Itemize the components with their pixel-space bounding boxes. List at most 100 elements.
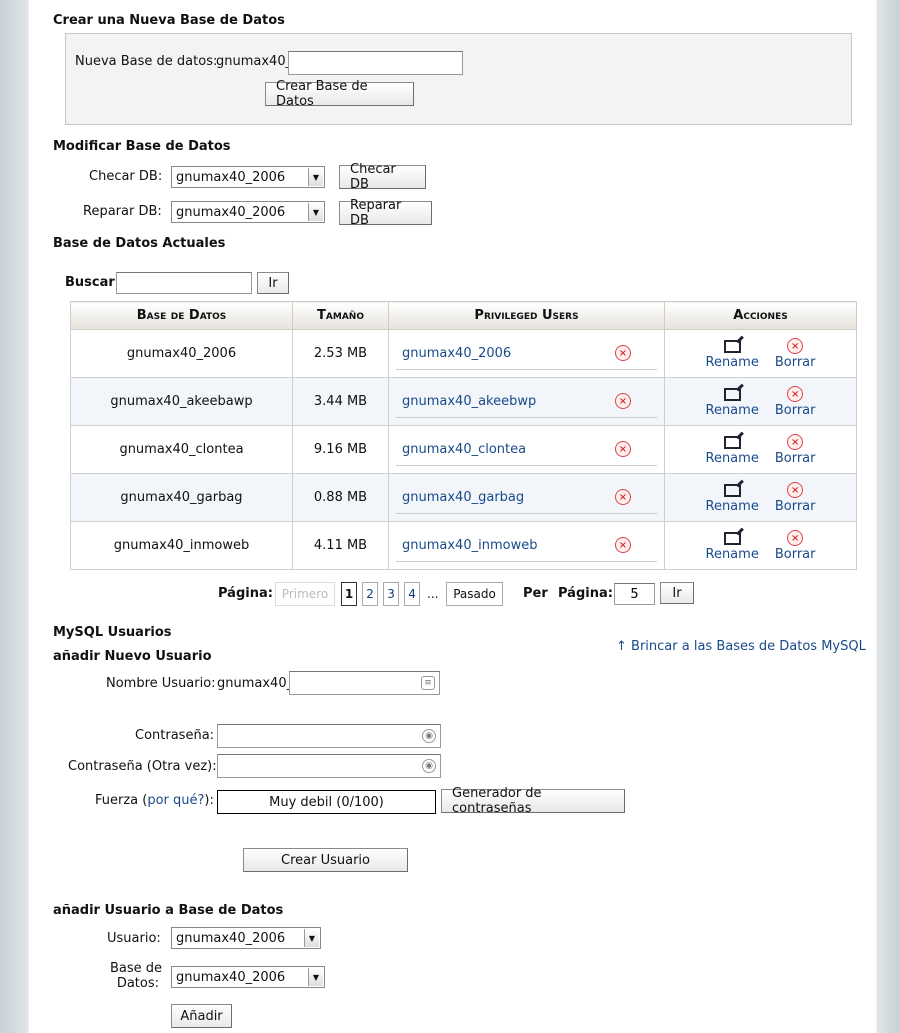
user-select-label: Usuario: — [107, 931, 161, 946]
check-db-select[interactable]: gnumax40_2006 ▼ — [171, 166, 325, 188]
table-row: gnumax40_garbag 0.88 MB gnumax40_garbag ×… — [70, 473, 857, 522]
rename-action[interactable]: Rename — [706, 433, 759, 466]
rename-action[interactable]: Rename — [706, 529, 759, 562]
add-button[interactable]: Añadir — [171, 1004, 232, 1028]
password-input[interactable]: ◉ — [217, 724, 441, 748]
page-last[interactable]: Pasado — [446, 582, 503, 606]
db-select-label-1: Base de — [110, 961, 163, 976]
page-3[interactable]: 3 — [383, 582, 399, 606]
privileged-user-link[interactable]: gnumax40_clontea — [402, 442, 526, 457]
db-select-label: Base de Datos: — [110, 961, 163, 991]
page-2[interactable]: 2 — [362, 582, 378, 606]
db-size: 2.53 MB — [292, 329, 389, 378]
create-user-button[interactable]: Crear Usuario — [243, 848, 408, 872]
chevron-down-icon: ▼ — [304, 929, 319, 947]
remove-user-icon[interactable]: × — [615, 441, 631, 457]
new-db-label: Nueva Base de datos: — [75, 54, 218, 69]
delete-action[interactable]: × Borrar — [774, 529, 816, 562]
db-select[interactable]: gnumax40_2006 ▼ — [171, 966, 325, 988]
remove-user-icon[interactable]: × — [615, 489, 631, 505]
delete-label: Borrar — [774, 355, 816, 370]
rename-label: Rename — [705, 547, 759, 562]
privileged-user-link[interactable]: gnumax40_akeebwp — [402, 394, 536, 409]
username-input[interactable]: ≡ — [289, 671, 440, 695]
add-user-title: añadir Nuevo Usuario — [53, 649, 212, 664]
why-link[interactable]: por qué? — [147, 793, 204, 808]
current-db-title: Base de Datos Actuales — [53, 236, 226, 251]
search-go-button[interactable]: Ir — [257, 272, 289, 294]
privileged-user-link[interactable]: gnumax40_2006 — [402, 346, 511, 361]
page-ellipsis: ... — [427, 587, 439, 601]
db-size: 0.88 MB — [292, 473, 389, 522]
page-label: Página: — [218, 586, 273, 601]
table-header: Base de Datos Tamaño Privileged Users Ac… — [70, 301, 857, 330]
delete-label: Borrar — [774, 403, 816, 418]
db-size: 9.16 MB — [292, 425, 389, 474]
db-name: gnumax40_akeebawp — [70, 377, 293, 426]
rename-action[interactable]: Rename — [706, 481, 759, 514]
search-input[interactable] — [116, 272, 252, 294]
remove-user-icon[interactable]: × — [615, 537, 631, 553]
rename-label: Rename — [705, 355, 759, 370]
check-db-select-value: gnumax40_2006 — [176, 169, 286, 185]
table-row: gnumax40_akeebawp 3.44 MB gnumax40_akeeb… — [70, 377, 857, 426]
col-privileged-users: Privileged Users — [388, 301, 665, 330]
delete-icon: × — [787, 434, 804, 450]
add-user-to-db-title: añadir Usuario a Base de Datos — [53, 903, 284, 918]
db-size: 3.44 MB — [292, 377, 389, 426]
delete-label: Borrar — [774, 451, 816, 466]
repair-db-select-value: gnumax40_2006 — [176, 204, 286, 220]
page-4[interactable]: 4 — [404, 582, 420, 606]
rename-action[interactable]: Rename — [706, 337, 759, 370]
delete-action[interactable]: × Borrar — [774, 433, 816, 466]
edit-icon — [723, 339, 741, 353]
key-icon: ◉ — [422, 759, 436, 773]
delete-action[interactable]: × Borrar — [774, 337, 816, 370]
username-prefix: gnumax40_ — [217, 676, 294, 691]
delete-action[interactable]: × Borrar — [774, 481, 816, 514]
new-db-prefix: gnumax40_ — [216, 54, 293, 69]
modify-db-title: Modificar Base de Datos — [53, 139, 231, 154]
user-select-value: gnumax40_2006 — [176, 930, 286, 946]
per-page-input[interactable] — [614, 583, 655, 605]
delete-action[interactable]: × Borrar — [774, 385, 816, 418]
delete-label: Borrar — [774, 547, 816, 562]
per-page-label: Página: — [558, 586, 613, 601]
remove-user-icon[interactable]: × — [615, 393, 631, 409]
chevron-down-icon: ▼ — [308, 168, 323, 186]
jump-link[interactable]: ↑ Brincar a las Bases de Datos MySQL — [616, 639, 866, 654]
create-db-button[interactable]: Crear Base de Datos — [265, 79, 414, 109]
password-again-label: Contraseña (Otra vez): — [68, 759, 217, 774]
databases-table: Base de Datos Tamaño Privileged Users Ac… — [70, 301, 857, 570]
search-label: Buscar — [65, 275, 115, 290]
user-select[interactable]: gnumax40_2006 ▼ — [171, 927, 321, 949]
up-arrow-icon: ↑ — [616, 639, 627, 654]
col-size[interactable]: Tamaño — [292, 301, 389, 330]
per-page-go-button[interactable]: Ir — [660, 582, 694, 604]
repair-db-label: Reparar DB: — [83, 204, 162, 219]
strength-label: Fuerza (por qué?): — [95, 793, 214, 808]
col-database[interactable]: Base de Datos — [70, 301, 293, 330]
new-db-input[interactable] — [288, 51, 463, 75]
remove-user-icon[interactable]: × — [615, 345, 631, 361]
privileged-user-link[interactable]: gnumax40_garbag — [402, 490, 524, 505]
privileged-user-link[interactable]: gnumax40_inmoweb — [402, 538, 537, 553]
delete-label: Borrar — [774, 499, 816, 514]
password-generator-button[interactable]: Generador de contraseñas — [441, 786, 625, 816]
edit-icon — [723, 483, 741, 497]
repair-db-button[interactable]: Reparar DB — [339, 198, 432, 228]
password-again-input[interactable]: ◉ — [217, 754, 441, 778]
create-db-panel — [65, 33, 852, 125]
table-row: gnumax40_inmoweb 4.11 MB gnumax40_inmowe… — [70, 521, 857, 570]
rename-label: Rename — [705, 403, 759, 418]
chevron-down-icon: ▼ — [308, 968, 323, 986]
delete-icon: × — [787, 482, 804, 498]
db-name: gnumax40_2006 — [70, 329, 293, 378]
rename-action[interactable]: Rename — [706, 385, 759, 418]
db-select-label-2: Datos: — [116, 976, 159, 991]
page-1[interactable]: 1 — [341, 582, 357, 606]
repair-db-select[interactable]: gnumax40_2006 ▼ — [171, 201, 325, 223]
create-db-title: Crear una Nueva Base de Datos — [53, 13, 285, 28]
check-db-button[interactable]: Checar DB — [339, 162, 426, 192]
rename-label: Rename — [705, 451, 759, 466]
